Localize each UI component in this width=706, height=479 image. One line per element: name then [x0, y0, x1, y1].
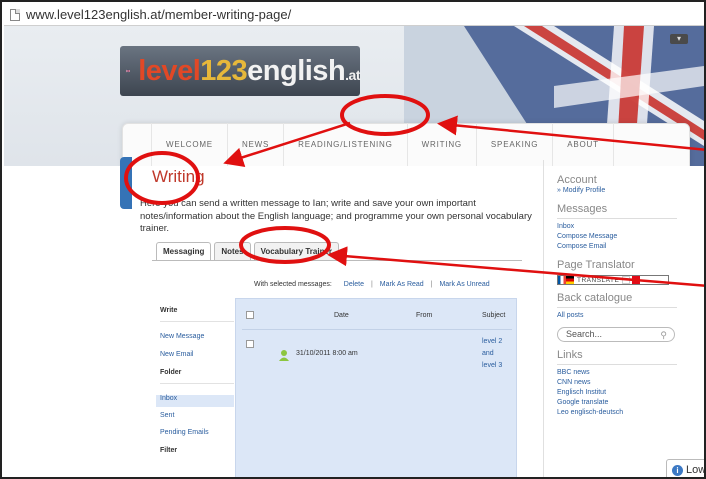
message-sidebar: Write New Message New Email Folder Inbox… [156, 298, 234, 459]
translate-label: TRANSLATE [577, 276, 620, 284]
message-list: Date From Subject 31/10/2011 8:00 am lev… [235, 298, 517, 477]
tab-vocabulary-trainer[interactable]: Vocabulary Trainer [253, 242, 340, 260]
messages-heading: Messages [557, 203, 608, 215]
row-date: 31/10/2011 8:00 am [296, 350, 358, 357]
low-notice-label: Low [686, 464, 706, 476]
tab-notes[interactable]: Notes [214, 242, 251, 260]
title-accent-strip [120, 157, 132, 209]
url-text: www.level123english.at/member-writing-pa… [26, 7, 292, 22]
inbox-link[interactable]: Inbox [557, 222, 686, 232]
links-heading: Links [557, 349, 583, 361]
cnn-news-link[interactable]: CNN news [557, 378, 686, 388]
delete-link[interactable]: Delete [344, 281, 364, 288]
translate-widget[interactable]: TRANSLATE [557, 275, 669, 285]
french-flag-icon[interactable] [558, 276, 566, 284]
row-subject[interactable]: level 2 and level 3 [482, 336, 508, 372]
write-heading: Write [160, 307, 178, 314]
table-row[interactable]: 31/10/2011 8:00 am level 2 and level 3 [242, 329, 512, 369]
leo-link[interactable]: Leo englisch-deutsch [557, 408, 686, 418]
englisch-institut-link[interactable]: Englisch Institut [557, 388, 686, 398]
new-email-link[interactable]: New Email [160, 351, 234, 363]
mark-as-unread-link[interactable]: Mark As Unread [439, 281, 489, 288]
browser-window: www.level123english.at/member-writing-pa… [0, 0, 706, 479]
korean-flag-icon[interactable] [622, 276, 631, 284]
page-title: Writing [152, 167, 205, 186]
nav-writing[interactable]: Writing [408, 123, 477, 166]
filter-heading: Filter [160, 447, 178, 454]
account-heading: Account [557, 174, 597, 186]
page-translator-heading: Page Translator [557, 259, 635, 271]
search-placeholder: Search... [566, 329, 603, 339]
low-notice-badge[interactable]: i Low [666, 459, 706, 477]
modify-profile-link[interactable]: » Modify Profile [557, 186, 686, 196]
row-checkbox[interactable] [246, 340, 254, 348]
folder-inbox[interactable]: Inbox [156, 395, 234, 407]
address-bar[interactable]: www.level123english.at/member-writing-pa… [4, 4, 704, 26]
new-message-link[interactable]: New Message [160, 333, 234, 345]
search-input[interactable]: Search... ⚲ [557, 327, 675, 342]
bulk-action-bar: With selected messages: Delete | Mark As… [254, 281, 490, 288]
tab-panel-border [152, 260, 522, 261]
uk-flag-icon [126, 69, 131, 73]
column-from: From [416, 312, 433, 319]
turkish-flag-icon[interactable] [632, 276, 641, 284]
all-posts-link[interactable]: All posts [557, 311, 686, 321]
nav-welcome[interactable]: Welcome [151, 123, 228, 166]
german-flag-icon[interactable] [566, 276, 574, 284]
select-all-checkbox[interactable] [246, 311, 254, 319]
intro-text: Here you can send a written message to I… [140, 198, 532, 234]
site-logo[interactable]: level123english.at [120, 46, 360, 96]
column-date: Date [334, 312, 349, 319]
compose-email-link[interactable]: Compose Email [557, 242, 686, 252]
site-banner: ▾ level123english.at Welcome News Readin… [4, 26, 704, 166]
nav-reading-listening[interactable]: Reading/Listening [284, 123, 408, 166]
content-tabs: Messaging Notes Vocabulary Trainer [156, 242, 342, 261]
compose-message-link[interactable]: Compose Message [557, 232, 686, 242]
nav-news[interactable]: News [228, 123, 285, 166]
folder-heading: Folder [160, 369, 182, 376]
tab-messaging[interactable]: Messaging [156, 242, 212, 261]
search-icon[interactable]: ⚲ [660, 329, 667, 342]
back-catalogue-heading: Back catalogue [557, 292, 633, 304]
dropdown-toggle-icon[interactable]: ▾ [670, 34, 688, 44]
message-list-header: Date From Subject [236, 299, 516, 329]
logo-text: level123english.at [138, 54, 360, 87]
bulk-action-label: With selected messages: [254, 281, 332, 288]
bbc-news-link[interactable]: BBC news [557, 368, 686, 378]
folder-sent[interactable]: Sent [160, 412, 234, 424]
page-icon [10, 8, 20, 21]
mark-as-read-link[interactable]: Mark As Read [380, 281, 424, 288]
google-translate-link[interactable]: Google translate [557, 398, 686, 408]
user-icon [279, 350, 289, 361]
nav-speaking[interactable]: Speaking [477, 123, 554, 166]
info-icon: i [672, 464, 683, 476]
right-sidebar: Account » Modify Profile Messages Inbox … [543, 160, 686, 477]
folder-pending-emails[interactable]: Pending Emails [160, 429, 234, 441]
column-subject: Subject [482, 312, 506, 319]
